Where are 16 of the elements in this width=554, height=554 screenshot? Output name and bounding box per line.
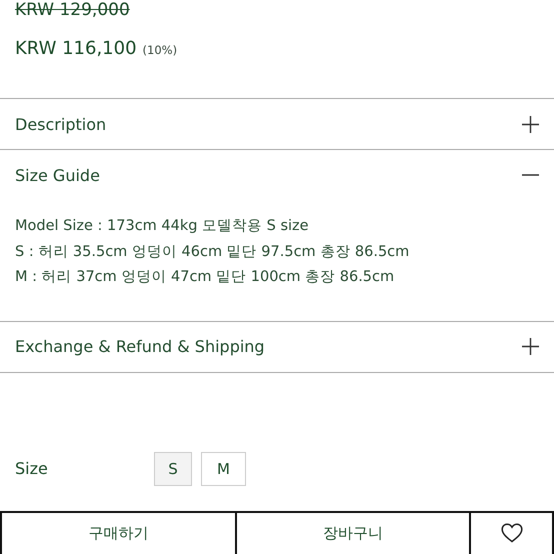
sale-price: KRW 116,100 (15, 38, 137, 59)
size-option[interactable]: M (201, 452, 246, 486)
heart-icon (500, 523, 522, 544)
size-guide-text: S : 허리 35.5cm 엉덩이 46cm 밑단 97.5cm 총장 86.5cm (15, 242, 410, 262)
size-option[interactable]: S (154, 452, 192, 486)
expand-icon (522, 338, 539, 355)
discount-rate: (10%) (142, 43, 178, 57)
original-price: KRW 129,000 (15, 0, 131, 20)
accordion-header[interactable]: Size Guide (0, 150, 554, 200)
accordion-header[interactable]: Exchange & Refund & Shipping (0, 322, 554, 372)
size-guide-text: M : 허리 37cm 엉덩이 47cm 밑단 100cm 총장 86.5cm (15, 268, 396, 287)
accordion-header[interactable]: Description (0, 99, 554, 149)
wishlist-button[interactable] (469, 512, 554, 554)
size-label: Size (15, 459, 49, 478)
expand-icon (522, 116, 539, 132)
size-guide-text: Model Size : 173cm 44kg 모델착용 S size (15, 217, 310, 236)
